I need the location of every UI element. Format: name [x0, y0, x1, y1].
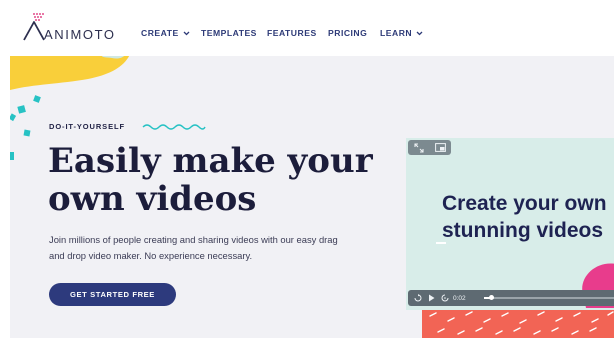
- nav-learn-label: LEARN: [380, 28, 413, 38]
- description-line-1: Join millions of people creating and sha…: [49, 234, 338, 245]
- nav-create-label: CREATE: [141, 28, 179, 38]
- headline-line-1: Easily make your: [48, 141, 373, 181]
- video-title-line-1: Create your own: [442, 192, 607, 215]
- hero-description: Join millions of people creating and sha…: [49, 232, 379, 264]
- mint-blob-decoration: [101, 56, 125, 59]
- brand-name: ANIMOTO: [44, 27, 116, 42]
- play-icon[interactable]: [428, 294, 435, 302]
- get-started-free-button[interactable]: GET STARTED FREE: [49, 283, 176, 306]
- title-underline-decoration: [436, 242, 446, 244]
- expand-icon[interactable]: [413, 142, 424, 153]
- video-title: Create your own stunning videos: [442, 190, 614, 244]
- video-controls-bar: 0:02: [408, 290, 614, 306]
- nav-learn[interactable]: LEARN: [380, 28, 423, 38]
- nav-create[interactable]: CREATE: [141, 28, 190, 38]
- coral-confetti-decoration: [422, 310, 614, 338]
- replay-icon[interactable]: [414, 294, 422, 302]
- hero-headline: Easily make your own videos: [48, 142, 378, 218]
- nav-templates-label: TEMPLATES: [201, 28, 257, 38]
- nav-features-label: FEATURES: [267, 28, 317, 38]
- chevron-down-icon: [183, 31, 190, 35]
- nav-pricing-label: PRICING: [328, 28, 368, 38]
- chevron-down-icon: [416, 31, 423, 35]
- nav-pricing[interactable]: PRICING: [328, 28, 367, 38]
- picture-in-picture-icon[interactable]: [434, 143, 446, 152]
- wave-decoration: [142, 124, 206, 130]
- teal-confetti-decoration: [10, 95, 41, 160]
- video-title-line-2: stunning videos: [442, 219, 604, 242]
- nav-templates[interactable]: TEMPLATES: [201, 28, 257, 38]
- top-navigation: ANIMOTO CREATE TEMPLATES FEATURES PRICIN…: [0, 0, 614, 56]
- video-time: 0:02: [453, 294, 466, 302]
- rewind-10-icon[interactable]: [441, 294, 449, 302]
- description-line-2: and drop video maker. No experience nece…: [49, 250, 253, 261]
- hero-eyebrow: DO-IT-YOURSELF: [49, 122, 125, 131]
- video-top-controls: [408, 140, 451, 155]
- animoto-logo[interactable]: ANIMOTO: [22, 12, 114, 44]
- logo-triangle-icon: [23, 13, 45, 41]
- video-scrubber[interactable]: [484, 295, 614, 300]
- headline-line-2: own videos: [48, 179, 257, 219]
- video-preview[interactable]: Create your own stunning videos 0:02: [406, 138, 614, 310]
- hero-section: DO-IT-YOURSELF Easily make your own vide…: [10, 56, 614, 338]
- scrubber-handle[interactable]: [488, 295, 494, 300]
- nav-features[interactable]: FEATURES: [267, 28, 317, 38]
